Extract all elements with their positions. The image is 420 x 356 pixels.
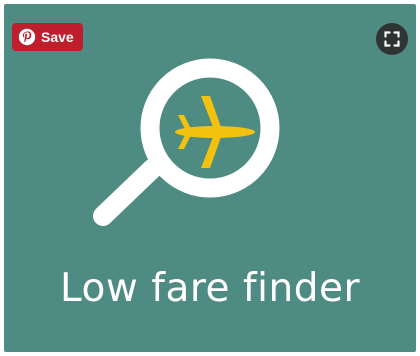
airplane-icon: [175, 96, 255, 168]
expand-button[interactable]: [376, 23, 408, 55]
card-headline: Low fare finder: [60, 266, 360, 311]
pin-card[interactable]: Save Low fare finder: [0, 0, 420, 356]
save-button[interactable]: Save: [12, 23, 83, 51]
expand-icon: [384, 31, 400, 47]
pinterest-icon: [18, 28, 36, 46]
magnifier-handle: [93, 159, 162, 226]
save-button-label: Save: [41, 29, 74, 45]
